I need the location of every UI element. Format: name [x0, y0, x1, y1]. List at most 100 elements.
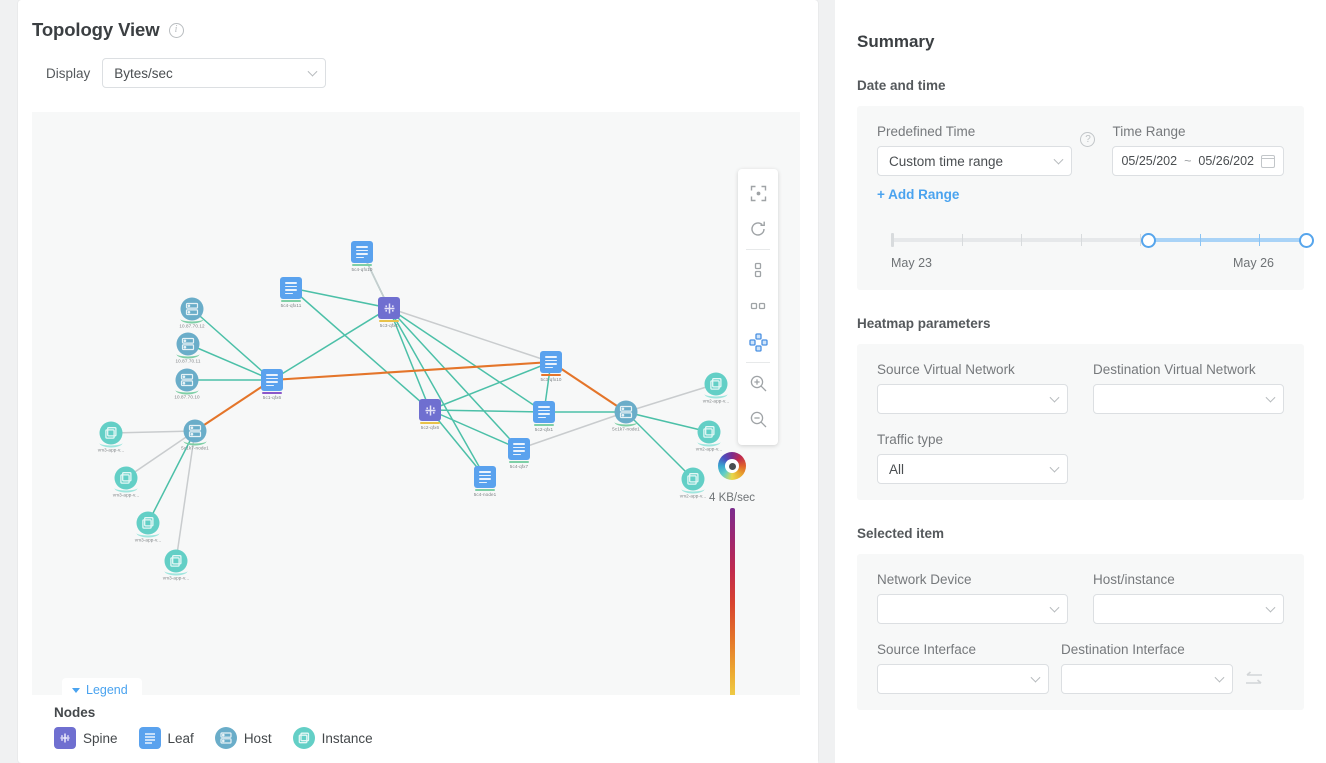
slider-tick: [1081, 234, 1082, 246]
time-range-slider[interactable]: May 23 May 26: [877, 228, 1284, 274]
topology-link[interactable]: [291, 288, 430, 410]
traffic-type-select[interactable]: All: [877, 454, 1068, 484]
source-virtual-network-label: Source Virtual Network: [877, 362, 1068, 377]
selected-item-grid: Network Device Host/instance: [877, 572, 1284, 624]
topology-node-label: 5c4-qfx10: [351, 267, 372, 272]
topology-link[interactable]: [430, 410, 519, 449]
topology-page: Topology View i Display Bytes/sec 5c4-qf…: [0, 0, 1326, 763]
topology-node-leaf[interactable]: 5c4-qfx10: [351, 241, 373, 263]
topology-link[interactable]: [389, 308, 544, 412]
display-select[interactable]: Bytes/sec: [102, 58, 326, 88]
destination-virtual-network-select[interactable]: [1093, 384, 1284, 414]
slider-handle-start[interactable]: [1141, 233, 1156, 248]
topology-node-instance[interactable]: vm2-app-v...: [698, 421, 721, 444]
topology-node-leaf[interactable]: 5c4-qfx7: [508, 438, 530, 460]
topology-node-label: 5c1k7-node1: [181, 446, 209, 451]
leaf-node-icon: [533, 401, 555, 423]
topology-node-label: vm3-app-v...: [135, 538, 161, 543]
topology-node-host[interactable]: 10.87.70.12: [181, 298, 204, 321]
summary-panel: Summary Date and time Predefined Time Cu…: [835, 0, 1326, 763]
source-interface-select[interactable]: [877, 664, 1049, 694]
topology-node-instance[interactable]: vm3-app-v...: [137, 512, 160, 535]
vertical-layout-icon[interactable]: [738, 252, 778, 288]
legend-item-label: Instance: [322, 731, 373, 746]
topology-link[interactable]: [272, 308, 389, 380]
topology-graph-canvas[interactable]: 5c4-qfx10 5c4-qfx11 5c3-qfx1 5c1-qfx6 5c3-qf…: [32, 112, 800, 695]
traffic-color-scale: 4 KB/sec 0 Bytes/sec: [686, 452, 778, 695]
chevron-down-icon: [308, 67, 318, 77]
topology-node-host[interactable]: 10.87.70.11: [177, 333, 200, 356]
date-end-value: 05/26/202: [1198, 154, 1254, 168]
add-range-button[interactable]: + Add Range: [877, 187, 1284, 202]
legend-body: Nodes SpineLeafHostInstance: [32, 701, 818, 763]
topology-node-instance[interactable]: vm2-app-v...: [705, 373, 728, 396]
topology-link[interactable]: [291, 288, 389, 308]
host-instance-select[interactable]: [1093, 594, 1284, 624]
topology-node-instance[interactable]: vm3-app-v...: [100, 422, 123, 445]
card-header: Topology View i: [18, 0, 818, 41]
slider-handle-end[interactable]: [1299, 233, 1314, 248]
host-node-icon: [615, 401, 638, 424]
topology-node-label: 10.87.70.12: [179, 324, 204, 329]
instance-node-icon: [100, 422, 123, 445]
time-fields-row: Predefined Time Custom time range ? Time…: [877, 124, 1284, 176]
destination-interface-select[interactable]: [1061, 664, 1233, 694]
topology-link[interactable]: [389, 308, 485, 477]
topology-node-label: 10.87.70.11: [175, 359, 200, 364]
topology-node-leaf[interactable]: 5c2-qfx1: [533, 401, 555, 423]
info-icon[interactable]: i: [169, 23, 184, 38]
date-range-input[interactable]: 05/25/202 ~ 05/26/202: [1112, 146, 1284, 176]
instance-node-icon: [115, 467, 138, 490]
date-start-value: 05/25/202: [1121, 154, 1177, 168]
host-node-icon: [215, 727, 237, 749]
legend: Legend Nodes SpineLeafHostInstance: [32, 678, 818, 763]
topology-node-label: 5c2-qfx6: [421, 425, 439, 430]
topology-node-label: 5c4-node1: [474, 492, 497, 497]
destination-interface-label: Destination Interface: [1061, 642, 1233, 657]
legend-item-label: Host: [244, 731, 272, 746]
summary-title: Summary: [835, 0, 1326, 52]
network-device-label: Network Device: [877, 572, 1068, 587]
color-wheel-icon[interactable]: [718, 452, 746, 480]
topology-node-leaf[interactable]: 5c4-node1: [474, 466, 496, 488]
instance-node-icon: [293, 727, 315, 749]
topology-node-leaf[interactable]: 5c1-qfx6: [261, 369, 283, 391]
zoom-in-icon[interactable]: [738, 365, 778, 401]
predefined-time-select[interactable]: Custom time range: [877, 146, 1072, 176]
spine-node-icon: [54, 727, 76, 749]
traffic-type-field: Traffic type All: [877, 432, 1068, 484]
topology-link[interactable]: [188, 344, 272, 380]
toolbar-divider: [746, 249, 770, 250]
topology-link[interactable]: [111, 431, 195, 433]
help-icon[interactable]: ?: [1080, 132, 1095, 147]
swap-arrows-icon[interactable]: [1243, 670, 1265, 688]
topology-node-leaf[interactable]: 5c3-qfx10: [540, 351, 562, 373]
topology-node-label: 5c4-qfx7: [510, 464, 528, 469]
topology-node-instance[interactable]: vm3-app-v...: [115, 467, 138, 490]
topology-node-spine[interactable]: 5c2-qfx6: [419, 399, 441, 421]
fit-to-screen-icon[interactable]: [738, 175, 778, 211]
topology-node-host[interactable]: 5c1k7-node1: [184, 420, 207, 443]
topology-node-label: vm2-app-v...: [703, 399, 729, 404]
topology-node-label: 5c1k7-node1: [612, 427, 640, 432]
topology-node-host[interactable]: 10.87.70.10: [176, 369, 199, 392]
network-device-select[interactable]: [877, 594, 1068, 624]
topology-link[interactable]: [192, 309, 272, 380]
calendar-icon[interactable]: [1261, 155, 1275, 168]
topology-node-instance[interactable]: vm3-app-v...: [165, 550, 188, 573]
radial-layout-icon[interactable]: [738, 324, 778, 360]
refresh-icon[interactable]: [738, 211, 778, 247]
zoom-out-icon[interactable]: [738, 401, 778, 437]
chevron-down-icon: [1031, 673, 1041, 683]
topology-node-host[interactable]: 5c1k7-node1: [615, 401, 638, 424]
source-virtual-network-select[interactable]: [877, 384, 1068, 414]
predefined-time-field: Predefined Time Custom time range: [877, 124, 1072, 176]
topology-node-leaf[interactable]: 5c4-qfx11: [280, 277, 302, 299]
interface-fields-row: Source Interface Destination Interface: [877, 642, 1284, 694]
legend-toggle[interactable]: Legend: [62, 678, 142, 701]
instance-node-icon: [137, 512, 160, 535]
traffic-type-label: Traffic type: [877, 432, 1068, 447]
topology-node-spine[interactable]: 5c3-qfx1: [378, 297, 400, 319]
topology-view-card: Topology View i Display Bytes/sec 5c4-qf…: [18, 0, 818, 763]
horizontal-layout-icon[interactable]: [738, 288, 778, 324]
